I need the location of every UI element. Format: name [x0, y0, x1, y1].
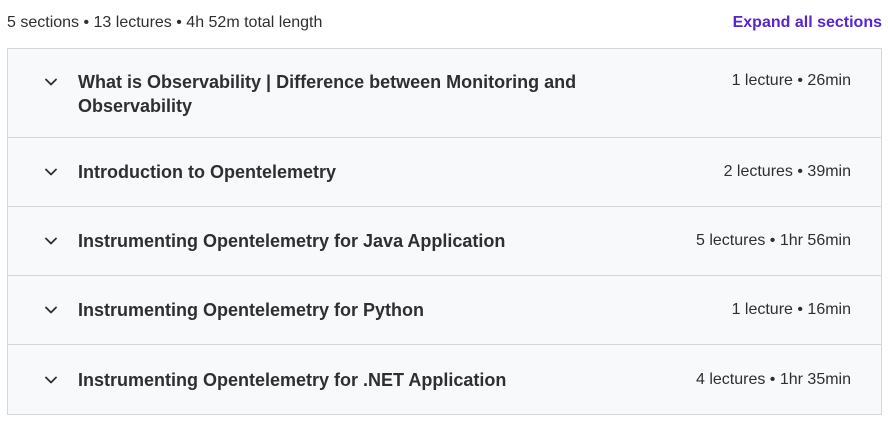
section-row[interactable]: What is Observability | Difference betwe… — [8, 49, 881, 138]
section-meta: 5 lectures • 1hr 56min — [695, 232, 851, 249]
section-title: What is Observability | Difference betwe… — [78, 72, 577, 116]
chevron-down-icon — [44, 303, 58, 317]
expand-all-sections-button[interactable]: Expand all sections — [733, 14, 882, 34]
curriculum-header: 5 sections • 13 lectures • 4h 52m total … — [7, 0, 882, 48]
section-meta: 1 lecture • 16min — [731, 301, 851, 318]
chevron-down-icon — [44, 373, 58, 387]
section-title: Instrumenting Opentelemetry for Python — [78, 300, 425, 320]
section-meta: 1 lecture • 26min — [731, 72, 851, 89]
section-title: Instrumenting Opentelemetry for Java App… — [78, 231, 506, 251]
section-row[interactable]: Introduction to Opentelemetry 2 lectures… — [8, 138, 881, 207]
section-title: Instrumenting Opentelemetry for .NET App… — [78, 369, 507, 390]
section-row[interactable]: Instrumenting Opentelemetry for .NET App… — [8, 345, 881, 414]
curriculum-summary: 5 sections • 13 lectures • 4h 52m total … — [7, 14, 323, 31]
section-list: What is Observability | Difference betwe… — [7, 48, 882, 415]
chevron-down-icon — [44, 234, 58, 248]
section-meta: 2 lectures • 39min — [723, 163, 851, 180]
section-meta: 4 lectures • 1hr 35min — [695, 370, 851, 388]
chevron-down-icon — [44, 165, 58, 179]
section-row[interactable]: Instrumenting Opentelemetry for Java App… — [8, 207, 881, 276]
section-title: Introduction to Opentelemetry — [78, 162, 337, 182]
chevron-down-icon — [44, 75, 58, 89]
section-row[interactable]: Instrumenting Opentelemetry for Python 1… — [8, 276, 881, 345]
